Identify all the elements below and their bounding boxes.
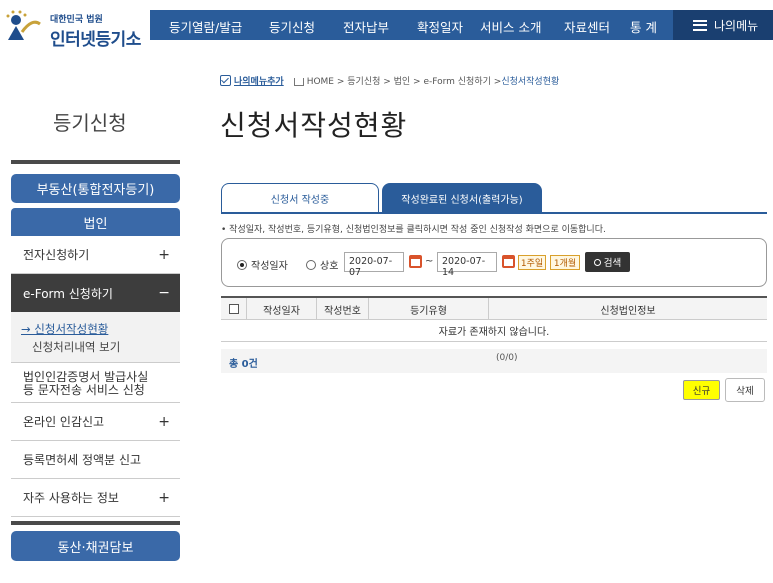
check-icon xyxy=(220,75,231,86)
site-logo[interactable]: 대한민국 법원 인터넷등기소 xyxy=(4,6,144,50)
tab-bar: 신청서 작성중 작성완료된 신청서(출력가능) xyxy=(221,183,767,213)
logo-title: 인터넷등기소 xyxy=(50,30,141,50)
select-all-checkbox[interactable] xyxy=(228,304,239,314)
table-header: 작성일자 작성번호 등기유형 신청법인정보 xyxy=(221,298,767,320)
main-menu-bar: 등기열람/발급 등기신청 전자납부 확정일자 서비스 소개 자료센터 통 계 xyxy=(150,10,673,40)
total-count: 총 0건 xyxy=(229,359,258,370)
application-table: 작성일자 작성번호 등기유형 신청법인정보 자료가 존재하지 않습니다. xyxy=(221,296,767,342)
sidebar-item-sms-service[interactable]: 법인인감증명서 발급사실 등 문자전송 서비스 신청 xyxy=(11,363,180,403)
tab-underline xyxy=(221,212,767,214)
sidebar-item-label: 온라인 인감신고 xyxy=(23,415,105,429)
pagination: (0/0) xyxy=(496,353,518,363)
sidebar-item-label: 자주 사용하는 정보 xyxy=(23,491,119,505)
sidebar-item-eform[interactable]: e-Form 신청하기 − xyxy=(11,274,180,312)
sidebar-item-license-tax[interactable]: 등록면허세 정액분 신고 xyxy=(11,441,180,479)
expand-icon: + xyxy=(158,246,170,263)
radio-date-label: 작성일자 xyxy=(251,261,288,272)
sidebar-title: 등기신청 xyxy=(53,111,127,135)
sidebar-item-label: e-Form 신청하기 xyxy=(23,286,113,301)
col-number[interactable]: 작성번호 xyxy=(317,298,369,320)
sidebar-movable-collateral-button[interactable]: 동산·채권담보 xyxy=(11,521,180,561)
sidebar-item-online-seal[interactable]: 온라인 인감신고 + xyxy=(11,403,180,441)
logo-subtitle: 대한민국 법원 xyxy=(50,15,103,25)
col-type[interactable]: 등기유형 xyxy=(369,298,489,320)
menu-registry-view[interactable]: 등기열람/발급 xyxy=(169,17,242,36)
tab-in-progress[interactable]: 신청서 작성중 xyxy=(221,183,379,213)
search-panel: 작성일자 상호 2020-07-07 ~ 2020-07-14 1주일 1개월 … xyxy=(221,238,767,287)
total-bar: 총 0건 (0/0) xyxy=(221,349,767,373)
calendar-icon[interactable] xyxy=(502,255,515,268)
search-icon xyxy=(593,258,601,266)
my-menu-label: 나의메뉴 xyxy=(714,18,759,33)
col-company-info[interactable]: 신청법인정보 xyxy=(489,298,767,320)
select-all-cell xyxy=(221,298,247,320)
radio-company-name[interactable]: 상호 xyxy=(306,257,338,272)
radio-company-label: 상호 xyxy=(320,261,339,272)
sidebar-real-estate-button[interactable]: 부동산(통합전자등기) xyxy=(11,174,180,203)
date-from-input[interactable]: 2020-07-07 xyxy=(344,252,404,278)
expand-icon: + xyxy=(158,489,170,506)
period-1week-button[interactable]: 1주일 xyxy=(518,255,546,270)
search-button[interactable]: 검색 xyxy=(585,252,630,272)
add-my-menu-label: 나의메뉴추가 xyxy=(234,77,284,87)
tab-completed[interactable]: 작성완료된 신청서(출력가능) xyxy=(382,183,542,213)
empty-row: 자료가 존재하지 않습니다. xyxy=(221,320,767,342)
menu-data-center[interactable]: 자료센터 xyxy=(564,17,610,36)
sidebar-item-e-apply[interactable]: 전자신청하기 + xyxy=(11,236,180,274)
search-button-label: 검색 xyxy=(603,258,622,269)
hamburger-icon xyxy=(693,19,707,31)
sidebar-divider xyxy=(11,160,180,164)
sidebar-corporation-header[interactable]: 법인 xyxy=(11,208,180,236)
add-my-menu-link[interactable]: 나의메뉴추가 xyxy=(220,74,284,87)
sidebar-subitem-history[interactable]: 신청처리내역 보기 xyxy=(21,338,180,356)
home-icon xyxy=(293,77,304,86)
page-title: 신청서작성현황 xyxy=(220,109,408,142)
menu-fixed-date[interactable]: 확정일자 xyxy=(417,17,463,36)
collapse-icon: − xyxy=(158,285,170,301)
breadcrumb-path[interactable]: HOME > 등기신청 > 법인 > e-Form 신청하기 > xyxy=(307,74,502,87)
menu-registry-apply[interactable]: 등기신청 xyxy=(269,17,315,36)
radio-unselected-icon xyxy=(306,259,316,270)
sidebar-item-label: 법인인감증명서 발급사실 등 문자전송 서비스 신청 xyxy=(23,369,149,397)
court-emblem-icon xyxy=(6,10,41,40)
col-date[interactable]: 작성일자 xyxy=(247,298,317,320)
new-button[interactable]: 신규 xyxy=(683,380,720,400)
breadcrumb-current: 신청서작성현황 xyxy=(501,77,560,87)
expand-icon: + xyxy=(158,413,170,430)
sidebar-subitem-status[interactable]: → 신청서작성현황 xyxy=(21,320,180,338)
sidebar: 부동산(통합전자등기) 법인 전자신청하기 + e-Form 신청하기 − → … xyxy=(11,160,180,561)
instruction-note: • 작성일자, 작성번호, 등기유형, 신청법인정보를 클릭하시면 작성 중인 … xyxy=(221,225,606,235)
sidebar-item-label: 전자신청하기 xyxy=(23,248,90,262)
date-separator: ~ xyxy=(425,256,434,267)
sidebar-submenu: → 신청서작성현황 신청처리내역 보기 xyxy=(11,312,180,363)
calendar-icon[interactable] xyxy=(409,255,422,268)
date-to-input[interactable]: 2020-07-14 xyxy=(437,252,497,278)
delete-button[interactable]: 삭제 xyxy=(725,378,765,402)
top-navigation: 대한민국 법원 인터넷등기소 등기열람/발급 등기신청 전자납부 확정일자 서비… xyxy=(0,0,773,50)
breadcrumb: 나의메뉴추가 HOME > 등기신청 > 법인 > e-Form 신청하기 > … xyxy=(220,74,559,87)
period-1month-button[interactable]: 1개월 xyxy=(550,255,580,270)
sidebar-item-label: 등록면허세 정액분 신고 xyxy=(23,453,142,467)
radio-selected-icon xyxy=(237,259,247,270)
sidebar-item-frequent-info[interactable]: 자주 사용하는 정보 + xyxy=(11,479,180,517)
menu-service-intro[interactable]: 서비스 소개 xyxy=(480,17,541,36)
menu-statistics[interactable]: 통 계 xyxy=(630,17,657,36)
radio-date[interactable]: 작성일자 xyxy=(237,257,288,272)
menu-e-payment[interactable]: 전자납부 xyxy=(343,17,389,36)
my-menu-button[interactable]: 나의메뉴 xyxy=(673,10,773,40)
